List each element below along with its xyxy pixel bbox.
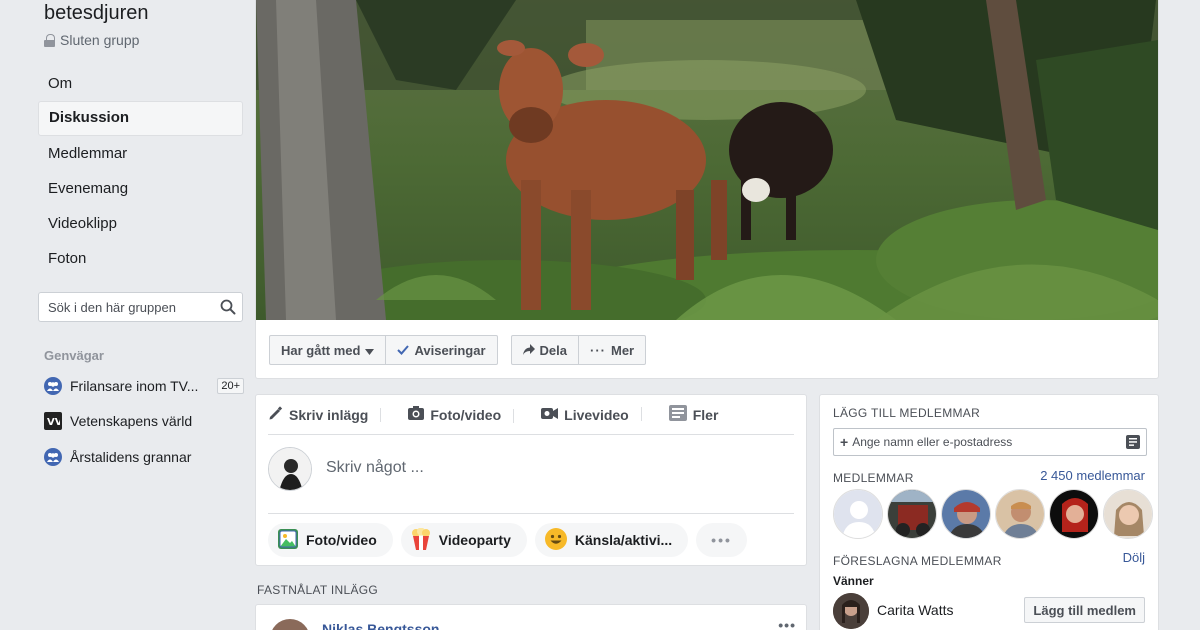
pinned-post: Niklas Bengtsson ••• bbox=[255, 604, 807, 630]
pill-label: Känsla/aktivi... bbox=[574, 532, 673, 548]
photo-video-pill[interactable]: Foto/video bbox=[268, 523, 393, 557]
tab-label: Fler bbox=[692, 406, 719, 423]
tab-label: Foto/video bbox=[430, 406, 502, 423]
shortcut-label: Årstalidens grannar bbox=[70, 449, 192, 465]
tab-photo-video[interactable]: Foto/video bbox=[380, 406, 513, 423]
camera-icon bbox=[408, 406, 425, 423]
cover-actions: Har gått med Aviseringar Dela ··· Mer bbox=[269, 335, 647, 365]
members-count-link[interactable]: 2 450 medlemmar bbox=[1040, 468, 1145, 483]
member-avatar[interactable] bbox=[1103, 489, 1153, 539]
nav-item-medlemmar[interactable]: Medlemmar bbox=[38, 136, 243, 171]
members-sidebar: LÄGG TILL MEDLEMMAR + Ange namn eller e-… bbox=[819, 394, 1159, 630]
member-avatar[interactable] bbox=[833, 489, 883, 539]
pill-label: Foto/video bbox=[306, 532, 377, 548]
video-icon bbox=[541, 407, 559, 423]
share-more-button-group: Dela ··· Mer bbox=[510, 335, 647, 365]
composer-pills: Foto/video Videoparty Känsla/aktivi... •… bbox=[268, 523, 747, 557]
shortcut-label: Vetenskapens värld bbox=[70, 413, 193, 429]
plus-icon: + bbox=[840, 434, 849, 450]
pill-label: Videoparty bbox=[438, 532, 511, 548]
svg-text:VV: VV bbox=[47, 417, 60, 428]
cover-card: Har gått med Aviseringar Dela ··· Mer bbox=[255, 0, 1159, 379]
tab-live-video[interactable]: Livevideo bbox=[513, 406, 641, 423]
members-heading: MEDLEMMAR bbox=[833, 471, 914, 485]
friends-label: Vänner bbox=[833, 574, 874, 588]
shortcut-item[interactable]: Frilansare inom TV... 20+ bbox=[44, 377, 244, 395]
tab-label: Skriv inlägg bbox=[289, 406, 369, 423]
search-placeholder: Sök i den här gruppen bbox=[48, 299, 176, 315]
member-avatar[interactable] bbox=[995, 489, 1045, 539]
user-avatar[interactable] bbox=[268, 447, 312, 491]
count-badge: 20+ bbox=[217, 378, 244, 394]
notifications-button[interactable]: Aviseringar bbox=[386, 336, 496, 364]
add-members-input[interactable]: + Ange namn eller e-postadress bbox=[833, 428, 1147, 456]
feeling-activity-pill[interactable]: Känsla/aktivi... bbox=[534, 523, 689, 557]
suggested-member-name[interactable]: Carita Watts bbox=[877, 602, 954, 618]
post-text-input[interactable]: Skriv något ... bbox=[326, 459, 424, 477]
membership-button-group: Har gått med Aviseringar bbox=[269, 335, 498, 365]
share-label: Dela bbox=[539, 342, 567, 358]
tab-write-post[interactable]: Skriv inlägg bbox=[268, 405, 380, 424]
videoparty-pill[interactable]: Videoparty bbox=[400, 523, 527, 557]
joined-button[interactable]: Har gått med bbox=[270, 336, 387, 364]
more-label: Mer bbox=[611, 342, 635, 358]
nav-item-om[interactable]: Om bbox=[38, 66, 243, 101]
member-avatar[interactable] bbox=[887, 489, 937, 539]
more-grid-icon bbox=[668, 405, 687, 424]
pinned-post-heading: FASTNÅLAT INLÄGG bbox=[257, 583, 379, 597]
member-avatar[interactable] bbox=[1049, 489, 1099, 539]
nav-item-evenemang[interactable]: Evenemang bbox=[38, 171, 243, 206]
cover-photo[interactable] bbox=[256, 0, 1158, 320]
group-privacy: Sluten grupp bbox=[44, 32, 139, 48]
page-icon: VV bbox=[44, 412, 62, 430]
post-composer: Skriv inlägg Foto/video Livevideo Fler S… bbox=[255, 394, 807, 566]
more-options-pill[interactable]: ••• bbox=[696, 523, 747, 557]
composer-divider bbox=[268, 513, 794, 514]
nav-item-videoklipp[interactable]: Videoklipp bbox=[38, 206, 243, 241]
shortcut-label: Frilansare inom TV... bbox=[70, 378, 199, 394]
shortcut-item[interactable]: VV Vetenskapens värld bbox=[44, 412, 244, 430]
pencil-icon bbox=[268, 405, 283, 424]
caret-down-icon bbox=[365, 343, 375, 358]
group-icon bbox=[44, 448, 62, 466]
tab-more[interactable]: Fler bbox=[640, 405, 731, 424]
hide-suggestions-link[interactable]: Dölj bbox=[1123, 550, 1145, 565]
joined-label: Har gått med bbox=[281, 342, 361, 358]
smiley-icon bbox=[544, 527, 567, 553]
search-icon[interactable] bbox=[214, 293, 242, 321]
suggested-members-heading: FÖRESLAGNA MEDLEMMAR bbox=[833, 554, 1002, 568]
group-icon bbox=[44, 377, 62, 395]
group-name[interactable]: betesdjuren bbox=[44, 2, 149, 25]
group-privacy-label: Sluten grupp bbox=[60, 32, 140, 48]
group-search-input[interactable]: Sök i den här gruppen bbox=[38, 292, 243, 322]
more-button[interactable]: ··· Mer bbox=[579, 336, 645, 364]
suggested-member-avatar[interactable] bbox=[833, 593, 869, 629]
member-avatars bbox=[833, 489, 1153, 539]
shortcuts-title: Genvägar bbox=[44, 348, 104, 363]
add-members-title: LÄGG TILL MEDLEMMAR bbox=[833, 406, 981, 420]
group-nav: Om Diskussion Medlemmar Evenemang Videok… bbox=[38, 66, 243, 276]
photo-icon bbox=[278, 528, 298, 552]
notifications-label: Aviseringar bbox=[414, 342, 486, 358]
nav-item-diskussion[interactable]: Diskussion bbox=[38, 101, 243, 136]
tab-label: Livevideo bbox=[564, 406, 629, 423]
add-members-placeholder: Ange namn eller e-postadress bbox=[852, 435, 1013, 449]
shortcut-item[interactable]: Årstalidens grannar bbox=[44, 448, 244, 466]
share-arrow-icon bbox=[522, 343, 535, 358]
share-button[interactable]: Dela bbox=[512, 336, 579, 364]
member-avatar[interactable] bbox=[941, 489, 991, 539]
nav-item-foton[interactable]: Foton bbox=[38, 241, 243, 276]
lock-icon bbox=[44, 33, 55, 47]
ellipsis-icon: ··· bbox=[590, 342, 606, 358]
post-options-icon[interactable]: ••• bbox=[778, 617, 796, 630]
post-author-name[interactable]: Niklas Bengtsson bbox=[322, 621, 439, 630]
add-member-button[interactable]: Lägg till medlem bbox=[1024, 597, 1145, 623]
composer-tabs: Skriv inlägg Foto/video Livevideo Fler bbox=[268, 395, 794, 435]
contact-card-icon[interactable] bbox=[1126, 435, 1140, 452]
author-avatar[interactable] bbox=[270, 619, 310, 630]
checkmark-icon bbox=[397, 343, 410, 358]
popcorn-icon bbox=[411, 527, 431, 553]
